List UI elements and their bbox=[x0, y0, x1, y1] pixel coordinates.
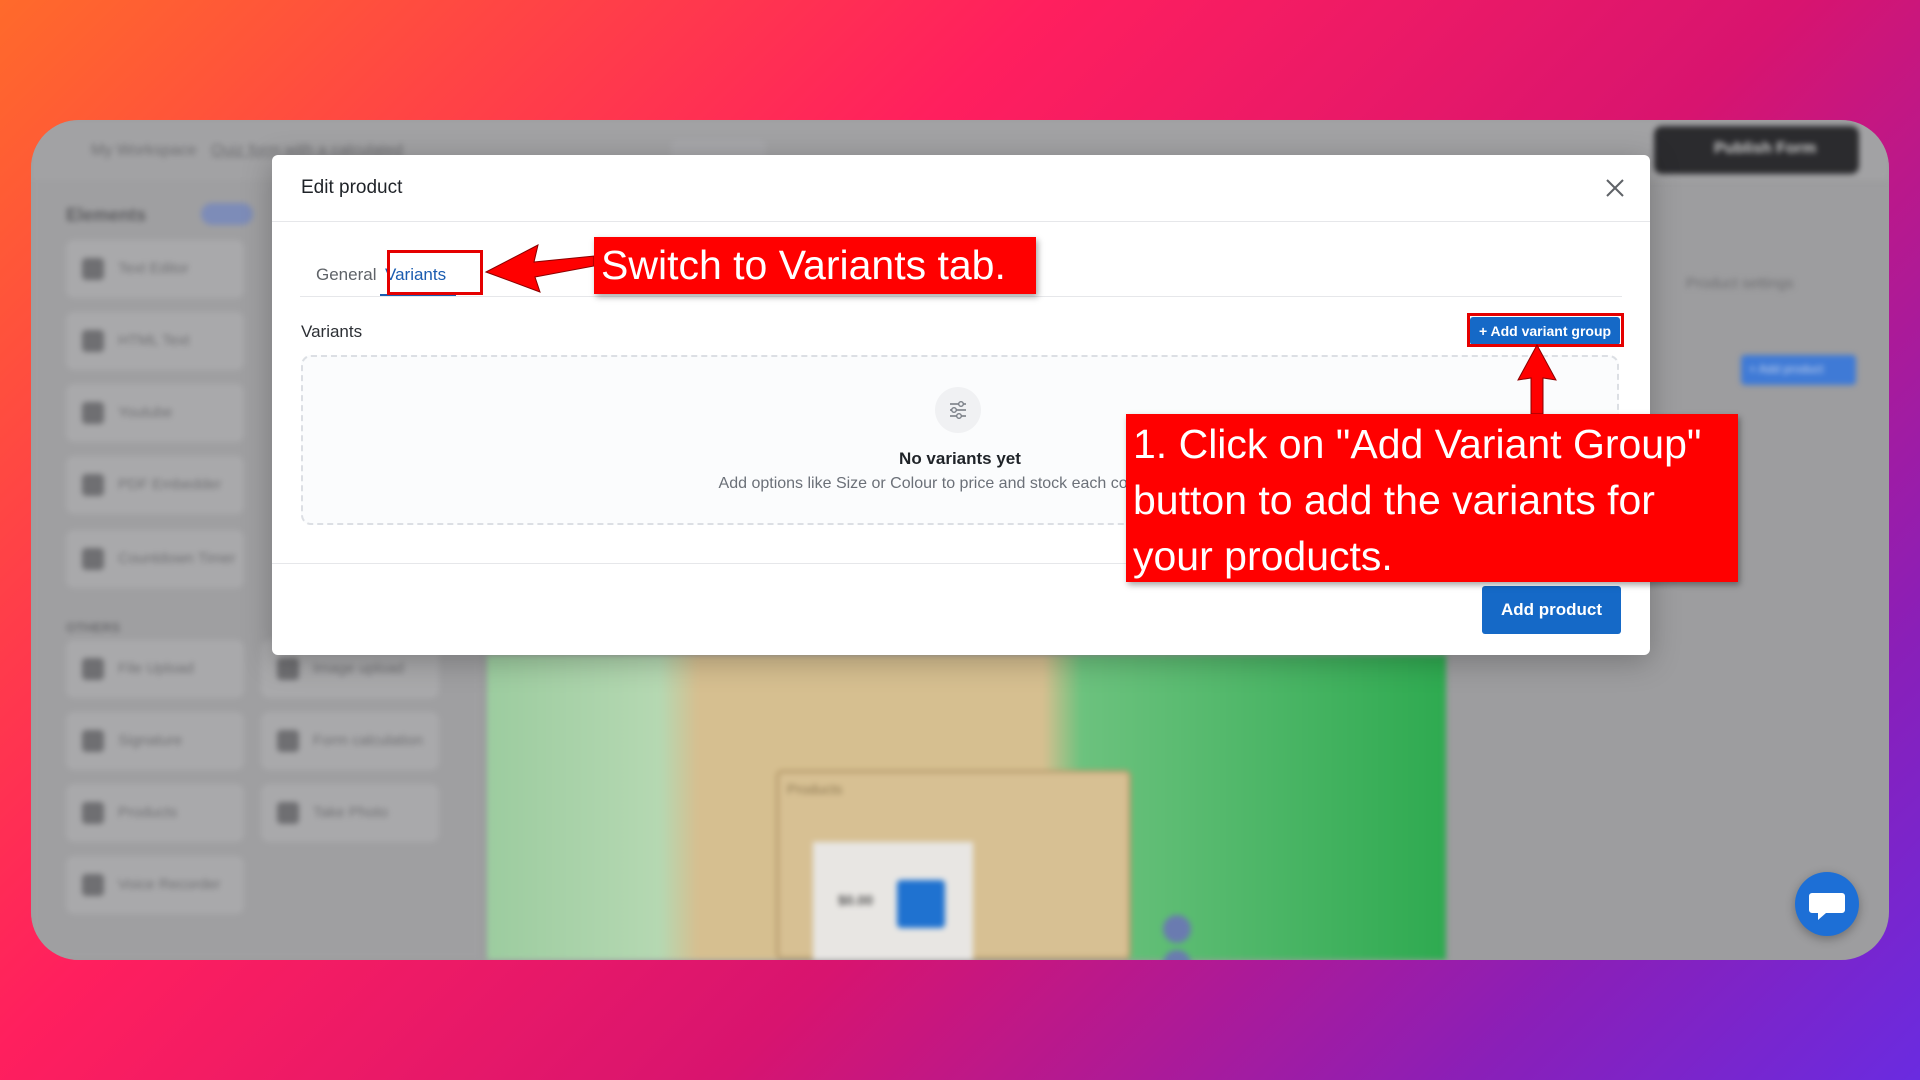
arrow-to-add-variant-button bbox=[1517, 343, 1557, 415]
chat-button[interactable] bbox=[1795, 872, 1859, 936]
arrow-to-variants-tab bbox=[484, 244, 595, 293]
callout-switch-tab: Switch to Variants tab. bbox=[594, 237, 1036, 294]
chat-icon bbox=[1809, 893, 1845, 920]
callout-add-variant-group: 1. Click on "Add Variant Group" button t… bbox=[1126, 414, 1738, 582]
